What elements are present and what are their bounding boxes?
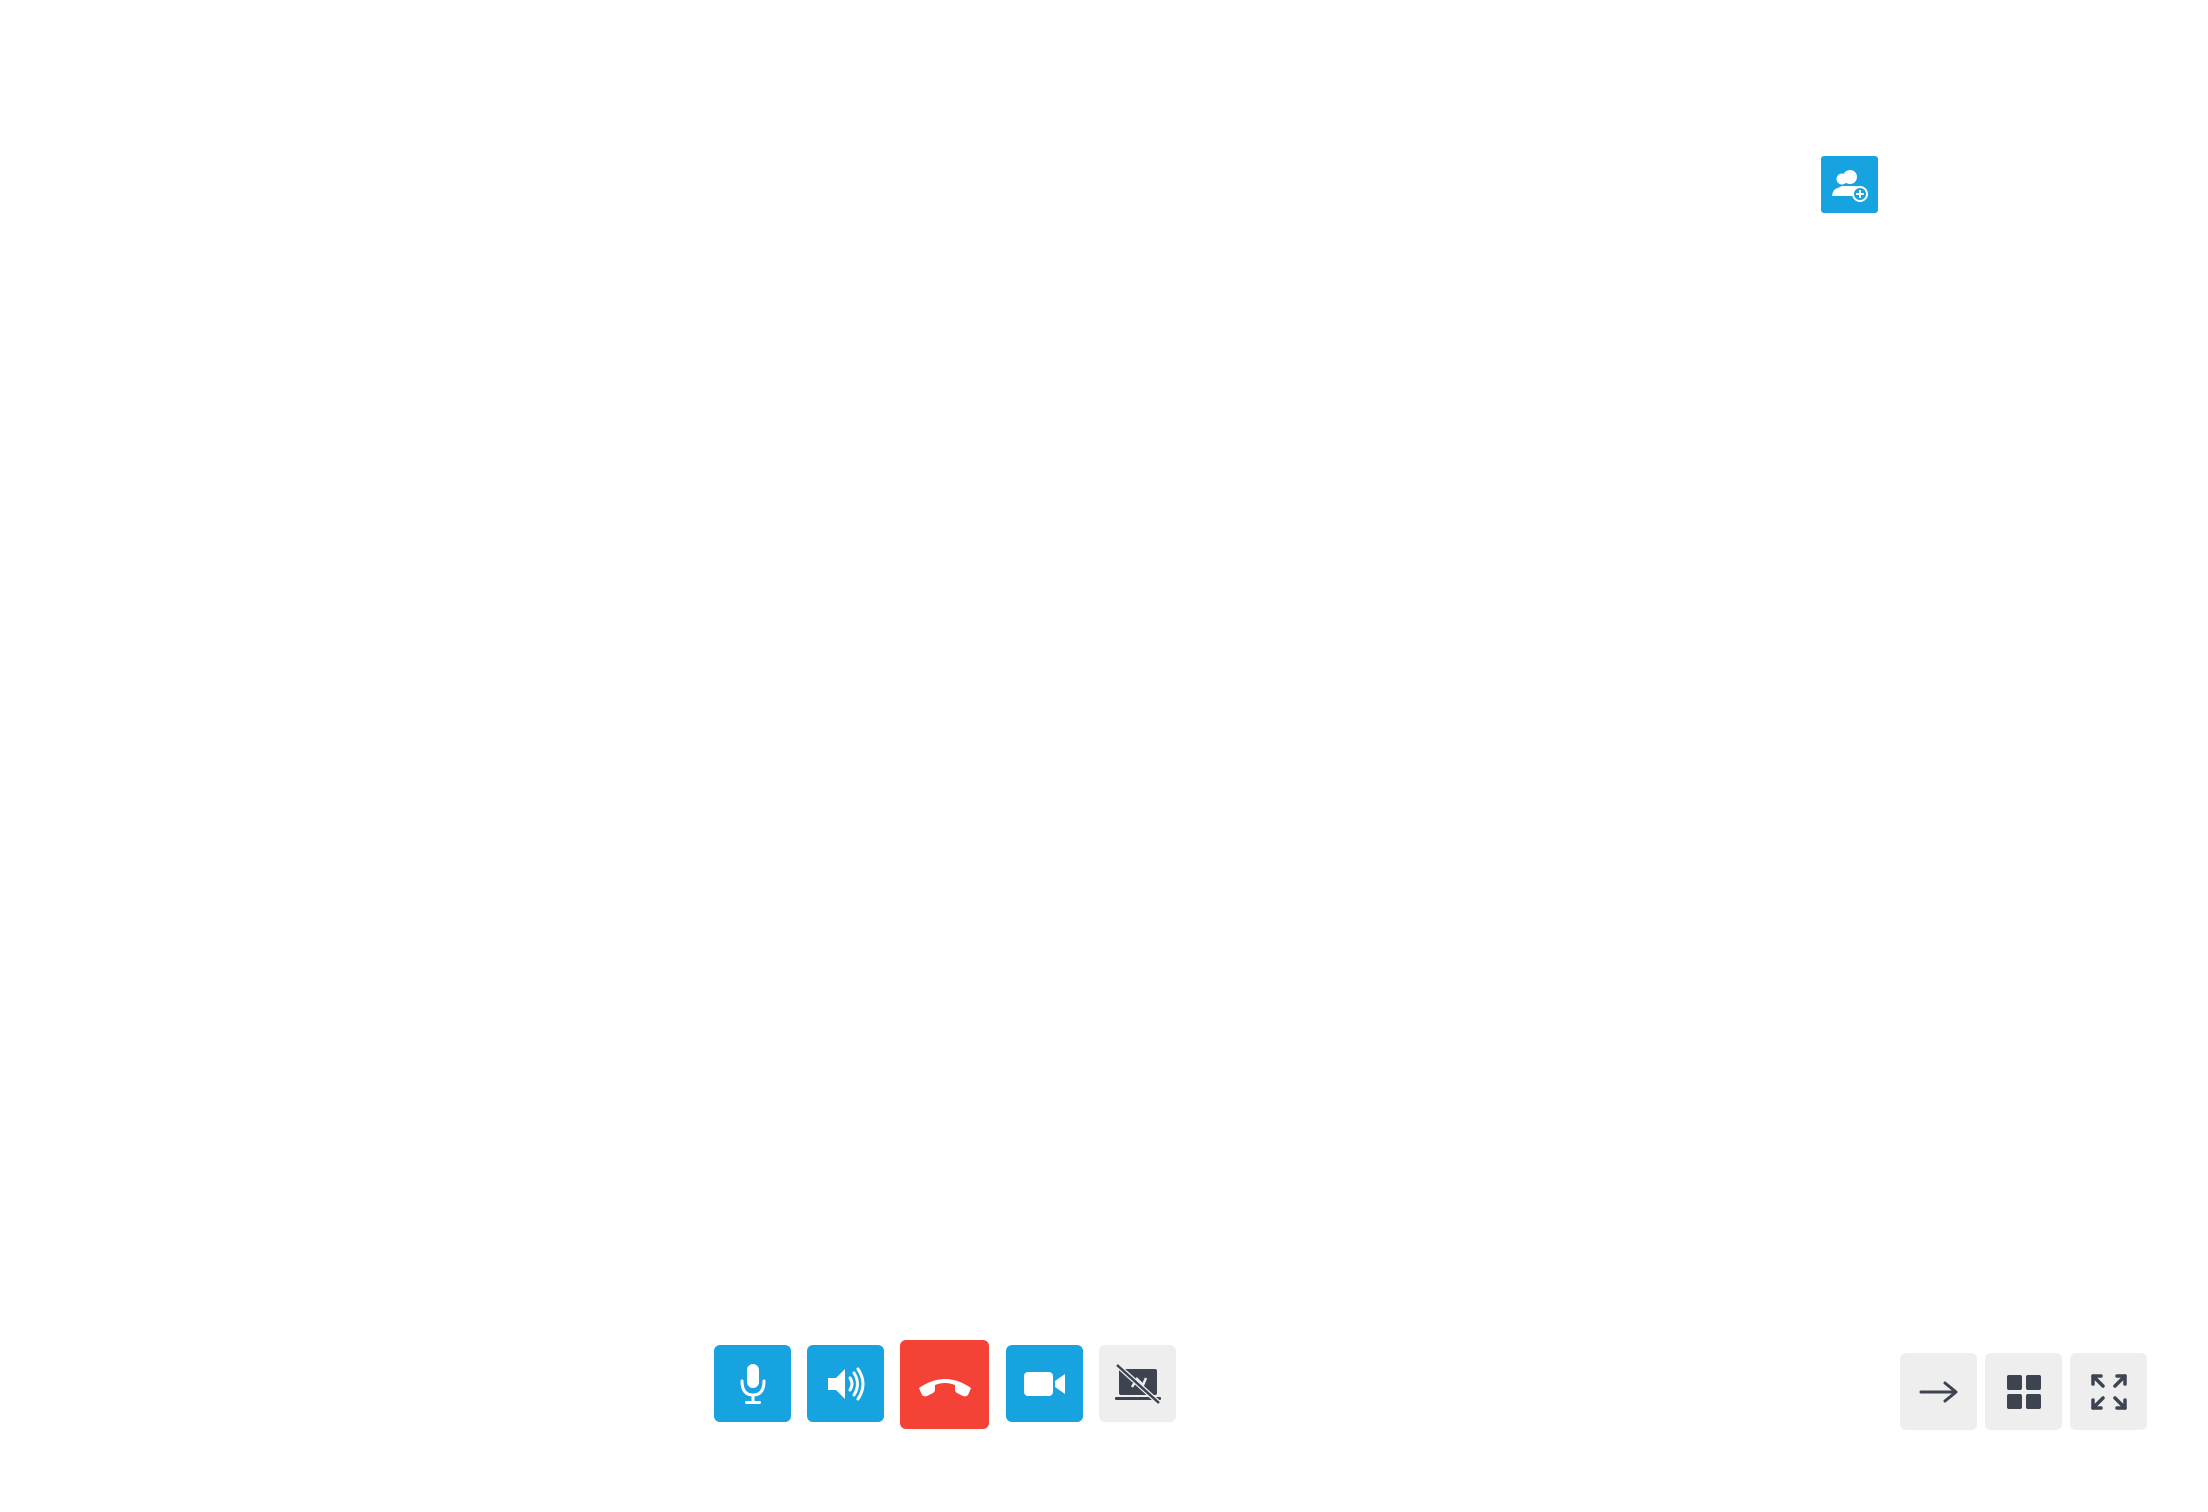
screen-share-button[interactable] — [1099, 1345, 1176, 1422]
phone-hangup-icon — [916, 1372, 974, 1398]
add-participant-button[interactable] — [1821, 156, 1878, 213]
call-stage — [0, 0, 2208, 1512]
speaker-icon — [826, 1366, 866, 1402]
hang-up-button[interactable] — [900, 1340, 989, 1429]
grid-layout-button[interactable] — [1985, 1353, 2062, 1430]
speaker-button[interactable] — [807, 1345, 884, 1422]
arrow-right-icon — [1919, 1380, 1959, 1404]
microphone-icon — [738, 1363, 768, 1405]
expand-icon — [2090, 1373, 2128, 1411]
grid-icon — [2006, 1374, 2042, 1410]
fullscreen-button[interactable] — [2070, 1353, 2147, 1430]
add-user-icon — [1831, 168, 1869, 202]
video-camera-icon — [1023, 1370, 1067, 1398]
camera-button[interactable] — [1006, 1345, 1083, 1422]
screen-share-off-icon — [1113, 1362, 1163, 1405]
leave-view-button[interactable] — [1900, 1353, 1977, 1430]
microphone-button[interactable] — [714, 1345, 791, 1422]
